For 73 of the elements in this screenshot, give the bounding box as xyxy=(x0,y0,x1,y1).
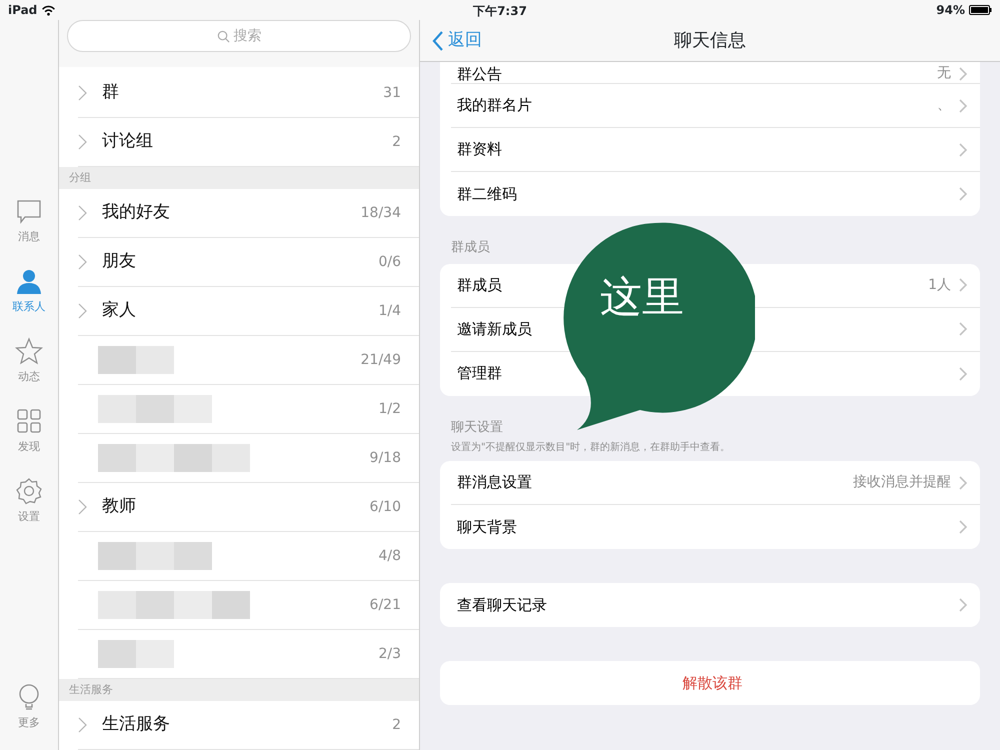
clock-text: 下午7:37 xyxy=(473,3,527,20)
chevron-icon xyxy=(78,254,88,270)
search-icon xyxy=(216,30,230,42)
chevron-icon xyxy=(959,98,968,112)
member-count: 2 xyxy=(392,132,401,152)
device-name: iPad xyxy=(8,2,38,19)
settings-row[interactable]: 我的群名片 、 xyxy=(451,84,980,128)
member-count: 1/2 xyxy=(378,400,401,418)
battery-icon xyxy=(969,5,992,15)
chevron-icon xyxy=(78,134,88,150)
section-header: 群成员 xyxy=(451,239,491,257)
group-name: 讨论组 xyxy=(102,130,153,154)
group-name: 群 xyxy=(102,81,119,104)
back-chevron-icon xyxy=(432,30,444,51)
row-value: 、 xyxy=(937,96,951,115)
settings-row[interactable]: 管理群 xyxy=(451,352,980,396)
member-count: 4/8 xyxy=(378,546,401,566)
chevron-icon xyxy=(959,476,968,490)
member-count: 1/4 xyxy=(378,302,401,320)
chevron-icon xyxy=(78,85,88,101)
member-count: 21/49 xyxy=(360,350,401,370)
chevron-icon xyxy=(959,322,968,336)
grid-icon xyxy=(15,406,43,435)
settings-row[interactable]: 群二维码 xyxy=(451,172,980,216)
group-name: 我的好友 xyxy=(102,201,170,224)
member-count: 31 xyxy=(383,84,401,102)
contact-group-row[interactable]: 家人 1/4 xyxy=(78,287,419,336)
settings-row[interactable]: 群资料 xyxy=(451,128,980,172)
contact-group-row[interactable]: 我的好友 18/34 xyxy=(78,189,419,238)
settings-row[interactable]: 群公告 无 xyxy=(451,62,980,84)
contact-group-row[interactable]: 生活服务 2 xyxy=(78,701,419,750)
contact-group-row[interactable]: 朋友 0/6 xyxy=(78,238,419,287)
member-count: 9/18 xyxy=(370,448,401,468)
settings-icon xyxy=(15,476,43,505)
section-header: 分组 xyxy=(59,167,419,189)
page-title: 聊天信息 xyxy=(674,29,746,53)
group-name: 生活服务 xyxy=(102,713,170,736)
chevron-icon xyxy=(959,366,968,380)
row-value: 接收消息并提醒 xyxy=(853,473,951,492)
section-header: 生活服务 xyxy=(59,679,419,701)
settings-row[interactable]: 聊天背景 xyxy=(451,505,980,549)
contact-group-row[interactable]: 群 31 xyxy=(78,69,419,118)
contact-group-row[interactable]: 教师 6/10 xyxy=(78,483,419,532)
chevron-icon xyxy=(959,520,968,534)
chevron-icon xyxy=(959,142,968,156)
star-icon xyxy=(15,336,43,365)
section-note: 设置为"不提醒仅显示数目"时，群的新消息，在群助手中查看。 xyxy=(451,440,732,455)
settings-row[interactable]: 群消息设置 接收消息并提醒 xyxy=(451,461,980,505)
chevron-icon xyxy=(959,278,968,292)
member-count: 2/3 xyxy=(378,644,401,664)
row-value: 1人 xyxy=(928,276,951,294)
row-value: 无 xyxy=(937,64,951,83)
chevron-icon xyxy=(959,598,968,612)
settings-row[interactable]: 查看聊天记录 xyxy=(451,583,980,627)
chevron-icon xyxy=(78,303,88,319)
member-count: 0/6 xyxy=(378,252,401,272)
section-header: 聊天设置 xyxy=(451,418,504,436)
settings-row[interactable]: 解散该群 xyxy=(451,661,980,705)
group-name: 教师 xyxy=(102,495,136,518)
chevron-icon xyxy=(959,187,968,201)
search-placeholder: 搜索 xyxy=(234,26,262,46)
wifi-icon xyxy=(41,4,56,16)
group-name: 家人 xyxy=(102,299,136,322)
member-count: 18/34 xyxy=(360,204,401,222)
battery-percent: 94% xyxy=(936,2,965,19)
member-count: 2 xyxy=(392,716,401,734)
member-count: 6/21 xyxy=(370,596,401,614)
group-name: 朋友 xyxy=(102,250,136,274)
chevron-icon xyxy=(78,717,88,733)
member-count: 6/10 xyxy=(370,498,401,516)
chevron-icon xyxy=(959,66,968,80)
chevron-icon xyxy=(78,499,88,515)
chevron-icon xyxy=(78,205,88,221)
